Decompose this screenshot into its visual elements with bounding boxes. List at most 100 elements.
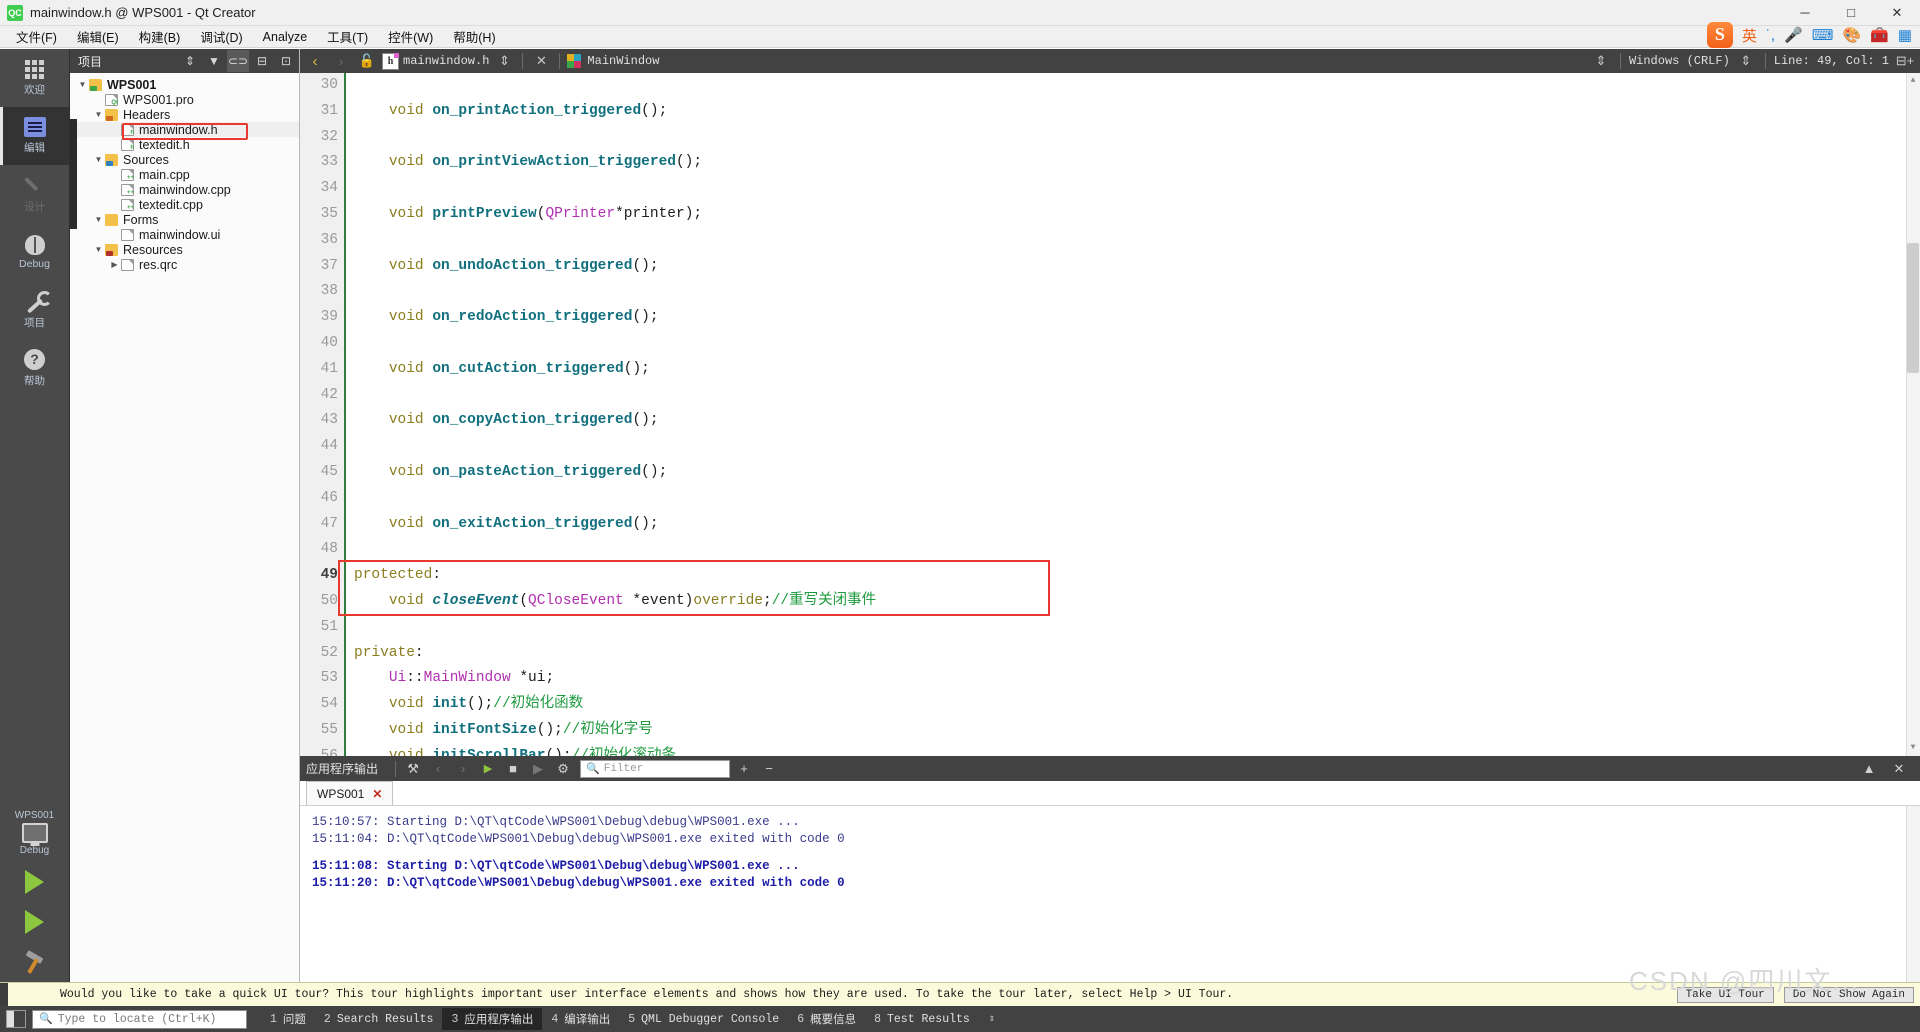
chevron-down-icon[interactable]: ▼ [92,215,105,224]
menu-edit[interactable]: 编辑(E) [67,25,129,48]
stop-output-icon[interactable]: ■ [502,758,524,779]
toggle-sidebar-button[interactable] [6,1010,26,1028]
close-pane-icon[interactable]: ⊡ [275,50,297,72]
tree-item-mainwindow-cpp[interactable]: ++ mainwindow.cpp [70,182,299,197]
sogou-logo-icon[interactable]: S [1706,22,1733,48]
mode-help[interactable]: ? 帮助 [0,339,69,397]
editor-scrollbar-thumb[interactable] [1907,243,1919,373]
lock-open-icon[interactable]: 🔓 [356,50,378,72]
code-line[interactable]: void on_pasteAction_triggered(); [354,460,1920,486]
chevron-down-icon[interactable]: ▼ [92,155,105,164]
output-settings-icon[interactable]: ⚙ [552,758,574,779]
status-pane-5[interactable]: 5 QML Debugger Console [619,1010,788,1029]
chevron-down-icon[interactable]: ▼ [92,110,105,119]
tree-item-WPS001[interactable]: ▼ WPS001 [70,77,299,92]
project-tree-scrollbar[interactable] [70,119,77,229]
navigate-back-icon[interactable]: ‹ [304,50,326,72]
code-line[interactable] [354,331,1920,357]
tree-item-WPS001-pro[interactable]: Qt WPS001.pro [70,92,299,107]
locator-input[interactable]: 🔍 Type to locate (Ctrl+K) [32,1009,247,1029]
menu-build[interactable]: 构建(B) [129,25,191,48]
zoom-in-icon[interactable]: + [733,758,755,779]
status-pane-3[interactable]: 3 应用程序输出 [442,1008,543,1030]
code-line[interactable]: void on_printViewAction_triggered(); [354,150,1920,176]
code-line[interactable] [354,434,1920,460]
tree-item-Sources[interactable]: ▼ Sources [70,152,299,167]
build-button[interactable] [0,942,69,982]
apps-icon[interactable]: ▦ [1898,26,1912,44]
editor-scrollbar[interactable]: ▲ ▼ [1906,73,1920,756]
debug-button[interactable] [0,902,69,942]
menu-analyze[interactable]: Analyze [253,28,317,46]
code-line[interactable]: Ui::MainWindow *ui; [354,666,1920,692]
code-line[interactable]: void on_copyAction_triggered(); [354,408,1920,434]
link-with-editor-icon[interactable]: ⊂⊃ [227,50,249,72]
keyboard-icon[interactable]: ⌨ [1812,26,1834,44]
line-ending-label[interactable]: Windows (CRLF) [1629,54,1730,68]
code-line[interactable] [354,176,1920,202]
close-file-icon[interactable]: ✕ [530,50,552,72]
navigate-forward-icon[interactable]: › [330,50,352,72]
prev-item-icon[interactable]: ‹ [427,758,449,779]
console-scrollbar[interactable] [1906,806,1920,982]
code-line[interactable]: void init();//初始化函数 [354,692,1920,718]
tree-item-textedit-cpp[interactable]: ++ textedit.cpp [70,197,299,212]
filter-icon[interactable]: ▼ [203,50,225,72]
split-icon[interactable]: ⊟ [251,50,273,72]
mode-design[interactable]: 设计 [0,165,69,223]
code-line[interactable] [354,486,1920,512]
code-line[interactable] [354,228,1920,254]
code-line[interactable] [354,383,1920,409]
microphone-icon[interactable]: 🎤 [1784,26,1803,44]
code-area[interactable]: void on_printAction_triggered(); void on… [338,73,1920,756]
toolbox-icon[interactable]: 🧰 [1870,26,1889,44]
code-line[interactable]: void on_undoAction_triggered(); [354,254,1920,280]
status-pane-6[interactable]: 6 概要信息 [788,1008,865,1030]
cursor-dropdown-icon[interactable]: ⇕ [1735,50,1757,72]
status-pane-8[interactable]: 8 Test Results [865,1010,979,1029]
code-line[interactable]: void on_exitAction_triggered(); [354,512,1920,538]
scroll-up-icon[interactable]: ▲ [1907,75,1919,87]
output-filter-input[interactable]: 🔍 Filter [580,759,731,778]
expression-icon[interactable]: 🎨 [1842,26,1861,44]
mode-edit[interactable]: 编辑 [0,107,69,165]
menu-help[interactable]: 帮助(H) [443,25,505,48]
kit-selector[interactable]: WPS001 Debug [0,810,69,862]
ime-punctuation-icon[interactable]: ˙, [1766,27,1775,44]
mode-welcome[interactable]: 欢迎 [0,49,69,107]
run-output-icon[interactable]: ▶ [477,758,499,779]
sync-selection-icon[interactable]: ⇕ [179,50,201,72]
attach-debugger-icon[interactable]: ⚒ [402,758,424,779]
tree-item-main-cpp[interactable]: ++ main.cpp [70,167,299,182]
status-pane-2[interactable]: 2 Search Results [315,1010,443,1029]
code-line[interactable]: void printPreview(QPrinter*printer); [354,202,1920,228]
project-tree[interactable]: ▼ WPS001 Qt WPS001.pro ▼ Headers h mainwindow.h… [70,73,299,982]
menu-file[interactable]: 文件(F) [6,25,67,48]
application-output-console[interactable]: 15:10:57: Starting D:\QT\qtCode\WPS001\D… [300,806,1920,982]
menu-window[interactable]: 控件(W) [378,25,443,48]
output-pane-cycle-icon[interactable]: ⇕ [989,1013,995,1025]
code-line[interactable] [354,125,1920,151]
code-line[interactable]: void on_redoAction_triggered(); [354,305,1920,331]
chevron-down-icon[interactable]: ▼ [92,245,105,254]
status-pane-1[interactable]: 1 问题 [261,1008,315,1030]
tree-item-Forms[interactable]: ▼ Forms [70,212,299,227]
menu-debug[interactable]: 调试(D) [190,25,252,48]
code-line[interactable]: void initFontSize();//初始化字号 [354,718,1920,744]
code-line[interactable] [354,279,1920,305]
tree-item-res-qrc[interactable]: ▶ res.qrc [70,257,299,272]
code-line[interactable]: void initScrollBar();//初始化滚动条 [354,744,1920,756]
code-editor[interactable]: 30 31 32 33 34 35 36 37 38 39 40 41 42 43 44 45 46 47 48 49… [300,73,1920,756]
chevron-down-icon[interactable]: ▼ [76,80,89,89]
code-line[interactable]: void on_cutAction_triggered(); [354,357,1920,383]
symbol-selector[interactable]: MainWindow [587,54,659,68]
code-line[interactable]: private: [354,641,1920,667]
open-file-name[interactable]: mainwindow.h [403,54,489,68]
output-tab-wps001[interactable]: WPS001 ✕ [306,781,394,805]
zoom-out-icon[interactable]: − [758,758,780,779]
mode-projects[interactable]: 项目 [0,281,69,339]
ime-language-indicator[interactable]: 英 [1742,25,1757,46]
maximize-output-icon[interactable]: ▲ [1858,758,1880,779]
next-item-icon[interactable]: › [452,758,474,779]
output-tab-close-icon[interactable]: ✕ [372,787,382,801]
